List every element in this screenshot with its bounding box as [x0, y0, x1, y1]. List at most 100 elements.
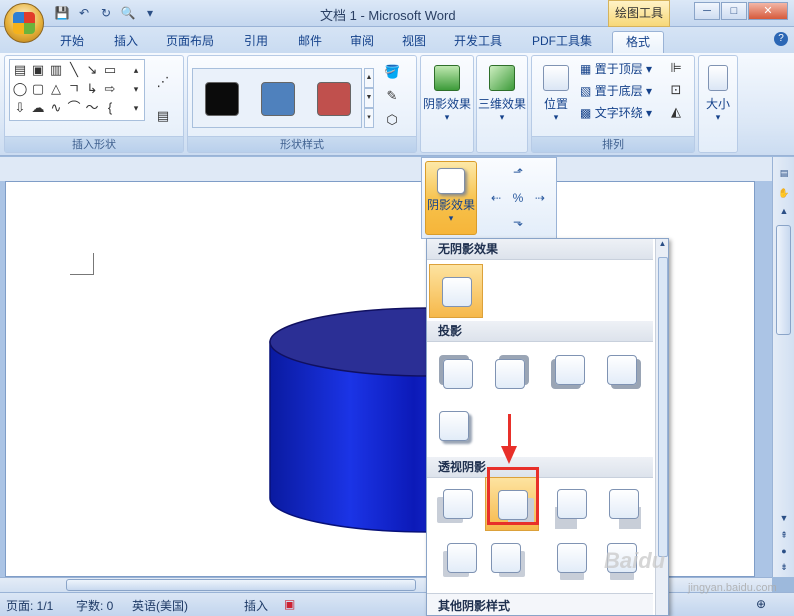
more-shadow-styles[interactable]: 其他阴影样式 — [427, 593, 653, 615]
drop-shadow-option-1[interactable] — [431, 347, 485, 401]
style-more-icon[interactable]: ▾ — [364, 108, 374, 128]
text-wrapping-button[interactable]: ▩ 文字环绕 ▾ — [580, 104, 652, 122]
shadow-effects-button[interactable]: 阴影效果 ▾ — [423, 59, 471, 135]
tab-developer[interactable]: 开发工具 — [450, 31, 506, 53]
customize-icon[interactable]: ▾ — [142, 5, 158, 21]
tab-view[interactable]: 视图 — [398, 31, 430, 53]
perspective-shadow-option-4[interactable] — [597, 477, 651, 531]
perspective-shadow-option-1[interactable] — [431, 477, 485, 531]
add-text-icon[interactable]: ▤ — [155, 108, 171, 124]
triangle-shape-icon[interactable]: △ — [48, 81, 64, 97]
shape-fill-icon[interactable]: 🪣 — [384, 64, 400, 80]
nudge-left-icon[interactable]: ⇠ — [488, 190, 504, 206]
tab-page-layout[interactable]: 页面布局 — [162, 31, 218, 53]
zoom-in-icon[interactable]: ⊕ — [756, 597, 766, 611]
cloud-shape-icon[interactable]: ☁ — [30, 100, 46, 116]
tab-mailings[interactable]: 邮件 — [294, 31, 326, 53]
gallery-up-icon[interactable]: ▴ — [128, 62, 144, 78]
position-button[interactable]: 位置 ▾ — [536, 59, 576, 135]
vertical-scroll-thumb[interactable] — [776, 225, 791, 335]
gallery-more-icon[interactable]: ▾ — [128, 100, 144, 116]
3d-effects-button[interactable]: 三维效果 ▾ — [478, 59, 526, 135]
office-button[interactable] — [4, 3, 44, 43]
tab-references[interactable]: 引用 — [240, 31, 272, 53]
status-word-count[interactable]: 字数: 0 — [76, 597, 113, 614]
elbow-connector-shape-icon[interactable]: ㄱ — [66, 81, 82, 97]
size-button[interactable]: 大小 ▾ — [699, 59, 737, 135]
elbow-arrow-shape-icon[interactable]: ↳ — [84, 81, 100, 97]
status-page[interactable]: 页面: 1/1 — [6, 597, 53, 614]
status-insert-mode[interactable]: 插入 — [244, 597, 268, 614]
perspective-shadow-option-7[interactable] — [545, 531, 599, 585]
nudge-up-icon[interactable]: ⬏ — [510, 164, 526, 180]
ruler-toggle-icon[interactable]: ▤ — [777, 167, 791, 179]
style-swatch-black[interactable] — [205, 82, 239, 116]
perspective-shadow-option-6[interactable] — [479, 531, 533, 585]
perspective-shadow-option-3[interactable] — [545, 477, 599, 531]
shadow-toggle-icon[interactable]: % — [510, 190, 526, 206]
arrow-line-shape-icon[interactable]: ↘ — [84, 62, 100, 78]
arc-shape-icon[interactable]: ⌒ — [66, 100, 82, 116]
save-icon[interactable]: 💾 — [54, 5, 70, 21]
macro-record-icon[interactable]: ▣ — [284, 597, 295, 611]
redo-icon[interactable]: ↻ — [98, 5, 114, 21]
send-to-back-button[interactable]: ▧ 置于底层 ▾ — [580, 82, 652, 100]
select-browse-object-icon[interactable]: ● — [777, 545, 791, 557]
vertical-scrollbar[interactable]: ▤ ✋ ▲ ▼ ⇞ ● ⇟ — [772, 157, 794, 577]
tab-review[interactable]: 审阅 — [346, 31, 378, 53]
shape-outline-icon[interactable]: ✎ — [384, 88, 400, 104]
tab-pdf-tools[interactable]: PDF工具集 — [528, 31, 596, 53]
style-scroll-up-icon[interactable]: ▲ — [364, 68, 374, 88]
right-arrow-shape-icon[interactable]: ⇨ — [102, 81, 118, 97]
gallery-scroll-thumb[interactable] — [658, 257, 668, 557]
undo-icon[interactable]: ↶ — [76, 5, 92, 21]
bring-to-front-button[interactable]: ▦ 置于顶层 ▾ — [580, 60, 652, 78]
style-scroll-down-icon[interactable]: ▼ — [364, 88, 374, 108]
down-arrow-shape-icon[interactable]: ⇩ — [12, 100, 28, 116]
line-shape-icon[interactable]: ╲ — [66, 62, 82, 78]
tab-insert[interactable]: 插入 — [110, 31, 142, 53]
previous-page-icon[interactable]: ⇞ — [777, 529, 791, 541]
edit-shape-icon[interactable]: ⋰ — [155, 74, 171, 90]
align-icon[interactable]: ⊫ — [668, 60, 684, 76]
group-objects-icon[interactable]: ⊡ — [668, 82, 684, 98]
next-page-icon[interactable]: ⇟ — [777, 561, 791, 573]
nudge-right-icon[interactable]: ⇢ — [532, 190, 548, 206]
freeform-shape-icon[interactable]: 〜 — [84, 100, 100, 116]
drop-shadow-option-4[interactable] — [595, 343, 649, 397]
scroll-down-icon[interactable]: ▼ — [777, 512, 791, 524]
curve-shape-icon[interactable]: ∿ — [48, 100, 64, 116]
text-box-shape-icon[interactable]: ▤ — [12, 62, 28, 78]
print-preview-icon[interactable]: 🔍 — [120, 5, 136, 21]
group-insert-shapes: ▤ ▣ ▥ ╲ ↘ ▭ ◯ ▢ △ ㄱ ↳ ⇨ ⇩ ☁ ∿ ⌒ 〜 { ▴ ▾ … — [4, 55, 184, 153]
drop-shadow-option-2[interactable] — [483, 347, 537, 401]
rectangle-shape-icon[interactable]: ▭ — [102, 62, 118, 78]
oval-shape-icon[interactable]: ◯ — [12, 81, 28, 97]
flyout-shadow-effects-button[interactable]: 阴影效果 ▾ — [425, 161, 477, 235]
gallery-scroll-up-icon[interactable]: ▲ — [656, 239, 668, 248]
help-icon[interactable]: ? — [774, 32, 788, 46]
maximize-button[interactable]: □ — [721, 2, 747, 20]
minimize-button[interactable]: ─ — [694, 2, 720, 20]
horizontal-scroll-thumb[interactable] — [66, 579, 416, 591]
rounded-rect-shape-icon[interactable]: ▢ — [30, 81, 46, 97]
style-swatch-red[interactable] — [317, 82, 351, 116]
tab-format[interactable]: 格式 — [612, 31, 664, 53]
image-shape-icon[interactable]: ▣ — [30, 62, 46, 78]
drop-shadow-option-5[interactable] — [427, 399, 481, 453]
brace-shape-icon[interactable]: { — [102, 100, 118, 116]
ruler-area — [0, 157, 772, 181]
drop-shadow-option-3[interactable] — [543, 343, 597, 397]
gallery-down-icon[interactable]: ▾ — [128, 81, 144, 97]
tab-home[interactable]: 开始 — [56, 31, 88, 53]
nudge-down-icon[interactable]: ⬎ — [510, 214, 526, 230]
scroll-up-icon[interactable]: ▲ — [777, 205, 791, 217]
no-shadow-option[interactable] — [429, 264, 483, 318]
status-language[interactable]: 英语(美国) — [132, 597, 188, 614]
pan-icon[interactable]: ✋ — [777, 187, 791, 199]
change-shape-icon[interactable]: ⬡ — [384, 112, 400, 128]
style-swatch-blue[interactable] — [261, 82, 295, 116]
close-button[interactable]: ✕ — [748, 2, 788, 20]
vertical-text-shape-icon[interactable]: ▥ — [48, 62, 64, 78]
rotate-icon[interactable]: ◭ — [668, 104, 684, 120]
